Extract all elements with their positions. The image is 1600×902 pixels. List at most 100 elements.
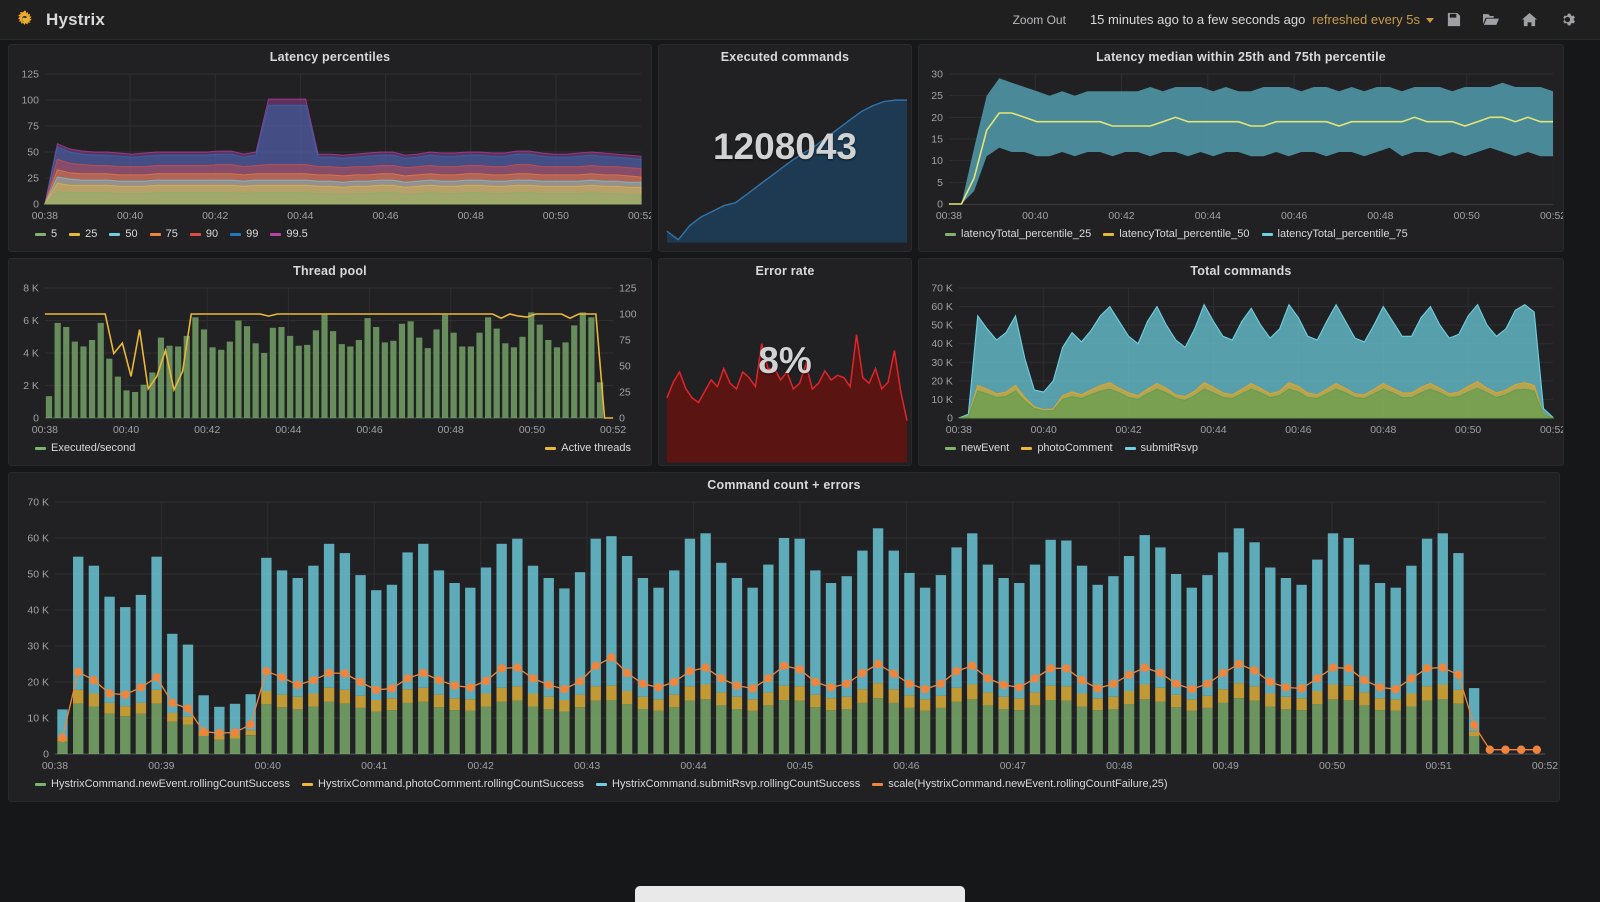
svg-text:00:40: 00:40	[255, 761, 281, 772]
chevron-down-icon	[1426, 18, 1434, 23]
legend-item[interactable]: photoComment	[1021, 442, 1112, 454]
legend-color-swatch	[109, 233, 120, 236]
legend-item[interactable]: 50	[109, 228, 137, 240]
svg-text:30 K: 30 K	[931, 358, 953, 369]
legend-item[interactable]: latencyTotal_percentile_25	[945, 228, 1091, 240]
svg-text:00:44: 00:44	[1195, 211, 1221, 222]
svg-text:6 K: 6 K	[23, 316, 39, 327]
legend-item[interactable]: latencyTotal_percentile_75	[1262, 228, 1408, 240]
svg-text:00:50: 00:50	[1319, 761, 1345, 772]
svg-text:00:40: 00:40	[117, 211, 143, 222]
legend-label: 25	[85, 228, 97, 240]
legend-item[interactable]: HystrixCommand.newEvent.rollingCountSucc…	[35, 778, 290, 790]
svg-text:00:47: 00:47	[1000, 761, 1026, 772]
svg-text:5: 5	[937, 178, 943, 189]
panel-command-count-errors[interactable]: Command count + errors 010 K20 K30 K40 K…	[8, 472, 1560, 802]
legend-label: latencyTotal_percentile_75	[1278, 228, 1408, 240]
legend-color-swatch	[35, 233, 46, 236]
svg-text:00:46: 00:46	[1285, 425, 1311, 436]
svg-text:20 K: 20 K	[27, 677, 49, 688]
legend-item[interactable]: newEvent	[945, 442, 1009, 454]
svg-text:00:50: 00:50	[519, 425, 545, 436]
svg-text:00:44: 00:44	[1200, 425, 1226, 436]
legend-item[interactable]: HystrixCommand.submitRsvp.rollingCountSu…	[596, 778, 860, 790]
legend-item[interactable]: Executed/second	[35, 442, 135, 454]
dashboard-title: Hystrix	[46, 10, 105, 30]
panel-error-rate[interactable]: Error rate 8%	[658, 258, 912, 466]
panel-title: Latency percentiles	[9, 45, 651, 66]
svg-text:00:52: 00:52	[600, 425, 626, 436]
svg-text:00:52: 00:52	[628, 211, 651, 222]
svg-text:100: 100	[619, 309, 637, 320]
open-folder-icon[interactable]	[1472, 1, 1510, 39]
legend-label: 99	[246, 228, 258, 240]
svg-text:2 K: 2 K	[23, 381, 39, 392]
legend-label: 50	[125, 228, 137, 240]
panel-latency-median[interactable]: Latency median within 25th and 75th perc…	[918, 44, 1564, 252]
legend-item[interactable]: HystrixCommand.photoComment.rollingCount…	[302, 778, 584, 790]
legend-item[interactable]: scale(HystrixCommand.newEvent.rollingCou…	[872, 778, 1167, 790]
svg-text:00:44: 00:44	[680, 761, 706, 772]
panel-thread-pool[interactable]: Thread pool 02 K4 K6 K8 K025507510012500…	[8, 258, 652, 466]
svg-text:00:51: 00:51	[1425, 761, 1451, 772]
legend-command-count-errors: HystrixCommand.newEvent.rollingCountSucc…	[9, 776, 1559, 794]
legend-label: 75	[166, 228, 178, 240]
svg-text:00:38: 00:38	[32, 425, 58, 436]
legend-item[interactable]: 25	[69, 228, 97, 240]
executed-commands-singlestat[interactable]: 1208043	[659, 66, 911, 250]
latency-percentiles-chart[interactable]: 025507510012500:3800:4000:4200:4400:4600…	[9, 66, 651, 226]
panel-total-commands[interactable]: Total commands 010 K20 K30 K40 K50 K60 K…	[918, 258, 1564, 466]
svg-text:00:52: 00:52	[1540, 425, 1563, 436]
latency-median-chart[interactable]: 05101520253000:3800:4000:4200:4400:4600:…	[919, 66, 1563, 226]
svg-text:00:48: 00:48	[438, 425, 464, 436]
legend-item[interactable]: 99	[230, 228, 258, 240]
save-dashboard-icon[interactable]	[1434, 1, 1472, 39]
legend-color-swatch	[945, 233, 956, 236]
panel-title: Latency median within 25th and 75th perc…	[919, 45, 1563, 66]
command-count-errors-chart[interactable]: 010 K20 K30 K40 K50 K60 K70 K00:3800:390…	[9, 494, 1559, 776]
svg-text:00:52: 00:52	[1540, 211, 1563, 222]
legend-item[interactable]: 99.5	[270, 228, 307, 240]
legend-item[interactable]: submitRsvp	[1125, 442, 1198, 454]
panel-latency-percentiles[interactable]: Latency percentiles 025507510012500:3800…	[8, 44, 652, 252]
svg-text:50 K: 50 K	[931, 321, 953, 332]
legend-total-commands: newEvent photoComment submitRsvp	[919, 440, 1563, 458]
svg-text:00:45: 00:45	[787, 761, 813, 772]
time-range-picker[interactable]: 15 minutes ago to a few seconds ago	[1080, 12, 1307, 27]
svg-text:00:39: 00:39	[148, 761, 174, 772]
legend-label: HystrixCommand.submitRsvp.rollingCountSu…	[612, 778, 860, 790]
home-icon[interactable]	[1510, 1, 1548, 39]
thread-pool-chart[interactable]: 02 K4 K6 K8 K025507510012500:3800:4000:4…	[9, 280, 651, 440]
legend-color-swatch	[945, 447, 956, 450]
svg-text:60 K: 60 K	[931, 302, 953, 313]
svg-text:125: 125	[21, 69, 39, 80]
legend-item[interactable]: Active threads	[545, 442, 631, 454]
brand[interactable]: Hystrix	[14, 9, 105, 31]
svg-text:00:48: 00:48	[1367, 211, 1393, 222]
legend-label: submitRsvp	[1141, 442, 1198, 454]
legend-item[interactable]: 5	[35, 228, 57, 240]
legend-item[interactable]: 90	[190, 228, 218, 240]
top-navbar: Hystrix Zoom Out 15 minutes ago to a few…	[0, 0, 1600, 40]
legend-color-swatch	[69, 233, 80, 236]
svg-text:00:44: 00:44	[287, 211, 313, 222]
legend-color-swatch	[35, 447, 46, 450]
error-rate-singlestat[interactable]: 8%	[659, 280, 911, 464]
settings-gear-icon[interactable]	[1548, 1, 1586, 39]
svg-text:00:48: 00:48	[1370, 425, 1396, 436]
legend-color-swatch	[1021, 447, 1032, 450]
dashboard-row-1: Latency percentiles 025507510012500:3800…	[8, 44, 1592, 252]
svg-text:20: 20	[931, 113, 943, 124]
legend-item[interactable]: 75	[150, 228, 178, 240]
svg-text:10 K: 10 K	[27, 713, 49, 724]
svg-text:00:52: 00:52	[1532, 761, 1558, 772]
legend-label: Executed/second	[51, 442, 135, 454]
zoom-out-button[interactable]: Zoom Out	[999, 13, 1080, 27]
refresh-interval-text: refreshed every 5s	[1312, 12, 1420, 27]
legend-item[interactable]: latencyTotal_percentile_50	[1103, 228, 1249, 240]
svg-text:0: 0	[43, 749, 49, 760]
total-commands-chart[interactable]: 010 K20 K30 K40 K50 K60 K70 K00:3800:400…	[919, 280, 1563, 440]
refresh-interval-label[interactable]: refreshed every 5s	[1307, 12, 1434, 27]
svg-text:20 K: 20 K	[931, 376, 953, 387]
panel-executed-commands[interactable]: Executed commands 1208043	[658, 44, 912, 252]
